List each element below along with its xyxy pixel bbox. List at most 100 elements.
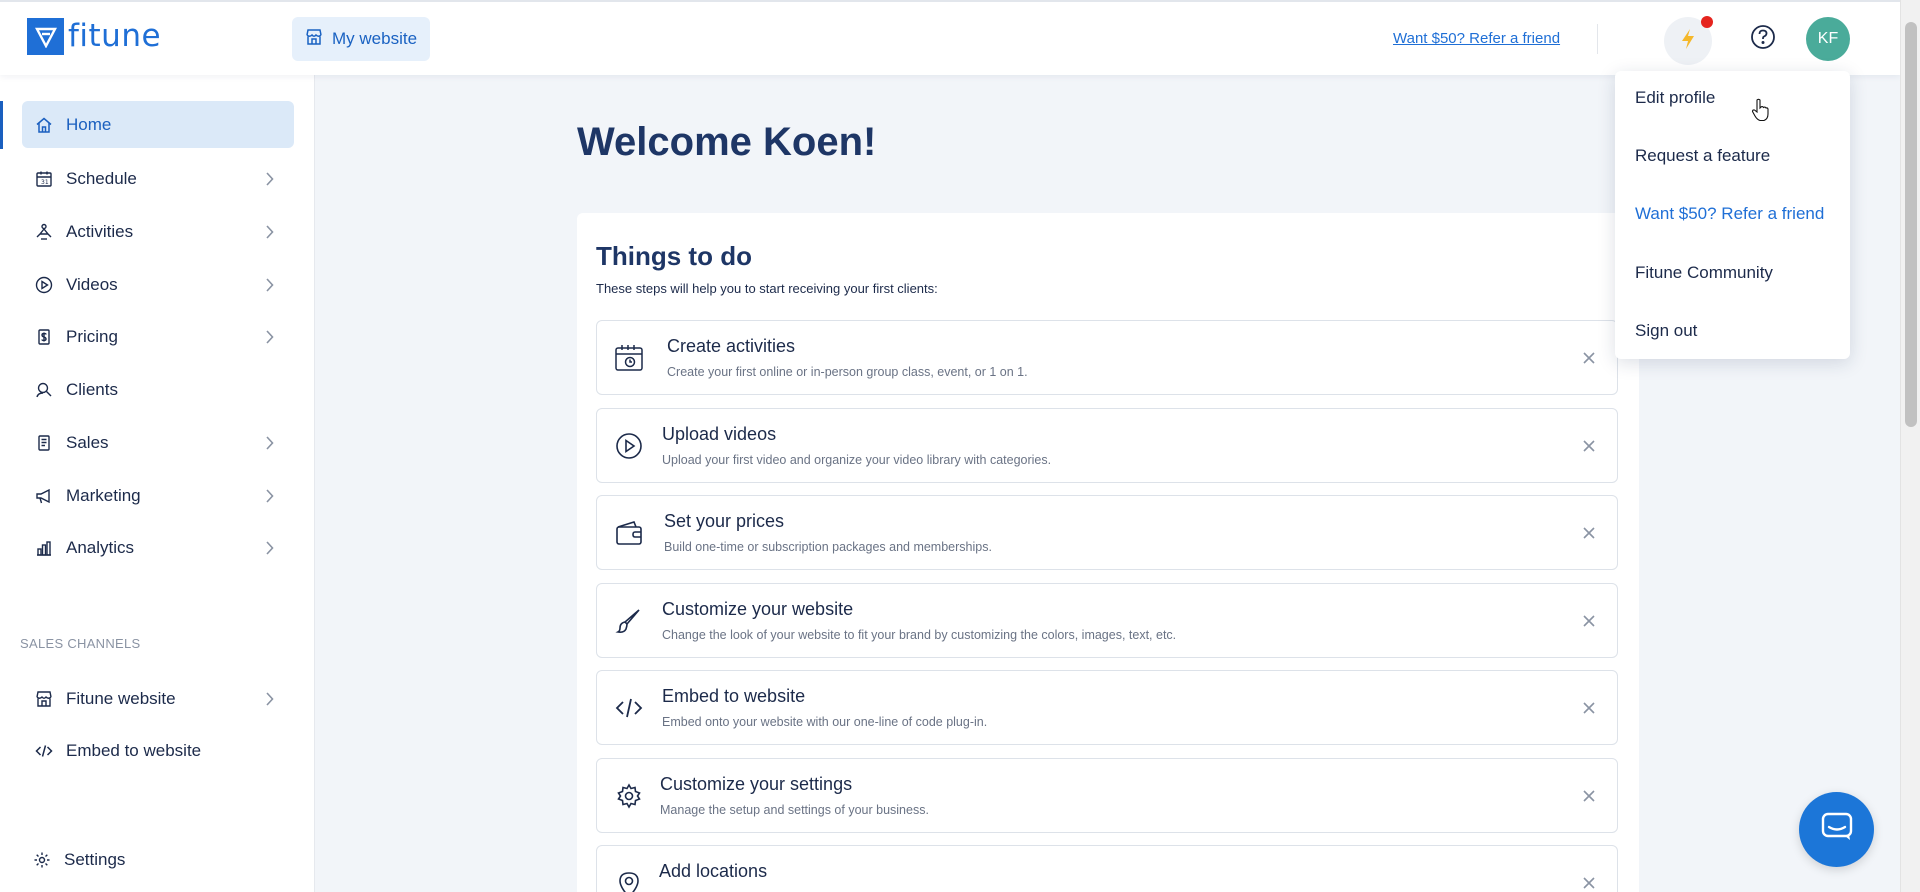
close-icon[interactable] (1579, 348, 1599, 368)
sidebar-item-label: Schedule (66, 168, 137, 188)
task-description: Build one-time or subscription packages … (664, 540, 992, 554)
task-title: Embed to website (662, 686, 806, 706)
profile-menu: Edit profile Request a feature Want $50?… (1615, 71, 1850, 359)
close-icon[interactable] (1579, 786, 1599, 806)
calendar-clock-icon (613, 342, 645, 374)
user-avatar[interactable]: KF (1806, 17, 1850, 61)
task-description: Change the look of your website to fit y… (662, 628, 1177, 642)
logo-text: fitune (68, 18, 162, 54)
task-add-locations[interactable]: Add locations (596, 845, 1618, 892)
sidebar-item-clients[interactable]: Clients (22, 366, 294, 413)
task-description: Manage the setup and settings of your bu… (660, 803, 929, 817)
close-icon[interactable] (1579, 436, 1599, 456)
gear-icon (613, 780, 645, 812)
chat-bubble-icon (1821, 812, 1853, 847)
scrollbar-thumb[interactable] (1905, 22, 1917, 427)
fitune-logo[interactable]: fitune (27, 18, 161, 55)
task-title: Customize your settings (660, 774, 853, 794)
task-title: Create activities (667, 336, 796, 356)
chevron-right-icon (265, 488, 274, 508)
task-embed-to-website[interactable]: Embed to website Embed onto your website… (596, 670, 1618, 745)
sidebar-item-fitune-website[interactable]: Fitune website (22, 675, 294, 722)
sidebar-item-pricing[interactable]: Pricing (22, 313, 294, 360)
price-tag-icon (34, 327, 54, 347)
menu-item-edit-profile[interactable]: Edit profile (1635, 88, 1715, 108)
sidebar-item-label: Videos (66, 274, 118, 294)
sidebar-item-label: Home (66, 114, 112, 134)
menu-item-refer-friend[interactable]: Want $50? Refer a friend (1635, 204, 1824, 224)
task-title: Customize your website (662, 599, 854, 619)
sidebar-item-label: Settings (64, 849, 126, 869)
play-icon (34, 275, 54, 295)
code-icon (34, 741, 54, 761)
lightning-bolt-icon (1679, 28, 1697, 55)
brush-icon (613, 605, 645, 637)
sidebar-item-videos[interactable]: Videos (22, 261, 294, 308)
chevron-right-icon (265, 435, 274, 455)
task-title: Set your prices (664, 511, 785, 531)
refer-friend-link[interactable]: Want $50? Refer a friend (1393, 30, 1560, 47)
task-set-prices[interactable]: Set your prices Build one-time or subscr… (596, 495, 1618, 570)
my-website-label: My website (332, 29, 418, 48)
close-icon[interactable] (1579, 611, 1599, 631)
home-icon (34, 115, 54, 135)
sidebar-item-label: Marketing (66, 485, 141, 505)
chevron-right-icon (265, 691, 274, 711)
task-description: Create your first online or in-person gr… (667, 365, 1028, 379)
sidebar-item-label: Embed to website (66, 740, 202, 760)
menu-item-sign-out[interactable]: Sign out (1635, 321, 1697, 341)
task-description: Embed onto your website with our one-lin… (662, 715, 988, 729)
page-scrollbar[interactable] (1900, 0, 1920, 892)
menu-item-request-feature[interactable]: Request a feature (1635, 146, 1770, 166)
receipt-icon (34, 433, 54, 453)
question-circle-icon (1750, 24, 1776, 55)
calendar-icon: 31 (34, 169, 54, 189)
location-pin-icon (613, 869, 645, 892)
things-to-do-card: Things to do These steps will help you t… (577, 213, 1639, 892)
chevron-right-icon (265, 329, 274, 349)
sidebar-item-activities[interactable]: Activities (22, 208, 294, 255)
play-circle-icon (613, 430, 645, 462)
wallet-icon (613, 517, 645, 549)
sidebar-item-label: Fitune website (66, 688, 176, 708)
task-upload-videos[interactable]: Upload videos Upload your first video an… (596, 408, 1618, 483)
things-to-do-title: Things to do (596, 241, 752, 271)
sidebar-item-label: Analytics (66, 537, 135, 557)
clients-icon (34, 380, 54, 400)
task-create-activities[interactable]: Create activities Create your first onli… (596, 320, 1618, 395)
header-divider (1597, 24, 1598, 54)
sidebar-item-analytics[interactable]: Analytics (22, 524, 294, 571)
storefront-icon (34, 689, 54, 709)
chevron-right-icon (265, 224, 274, 244)
analytics-icon (34, 538, 54, 558)
top-bar: fitune My website Want $50? Refer a frie… (0, 0, 1900, 75)
help-button[interactable] (1741, 17, 1785, 61)
logo-mark-icon (27, 18, 64, 55)
close-icon[interactable] (1579, 698, 1599, 718)
chevron-right-icon (265, 540, 274, 560)
chat-launcher-button[interactable] (1799, 792, 1874, 867)
active-nav-indicator (0, 101, 3, 149)
task-customize-website[interactable]: Customize your website Change the look o… (596, 583, 1618, 658)
sidebar-item-sales[interactable]: Sales (22, 419, 294, 466)
close-icon[interactable] (1579, 873, 1599, 892)
menu-item-community[interactable]: Fitune Community (1635, 263, 1773, 283)
sidebar-item-marketing[interactable]: Marketing (22, 472, 294, 519)
sidebar-item-schedule[interactable]: 31 Schedule (22, 155, 294, 202)
sidebar-item-settings[interactable]: Settings (20, 836, 292, 883)
chevron-right-icon (265, 171, 274, 191)
close-icon[interactable] (1579, 523, 1599, 543)
task-description: Upload your first video and organize you… (662, 453, 1052, 467)
task-customize-settings[interactable]: Customize your settings Manage the setup… (596, 758, 1618, 833)
sidebar-item-label: Sales (66, 432, 109, 452)
sales-channels-heading: SALES CHANNELS (20, 636, 141, 651)
sidebar-item-embed-to-website[interactable]: Embed to website (22, 727, 294, 774)
notification-badge (1701, 16, 1713, 28)
storefront-icon (305, 28, 332, 51)
code-icon (613, 692, 645, 724)
sidebar-item-home[interactable]: Home (22, 101, 294, 148)
my-website-button[interactable]: My website (292, 17, 430, 61)
gear-icon (32, 850, 52, 870)
task-title: Upload videos (662, 424, 777, 444)
sidebar-item-label: Clients (66, 379, 118, 399)
